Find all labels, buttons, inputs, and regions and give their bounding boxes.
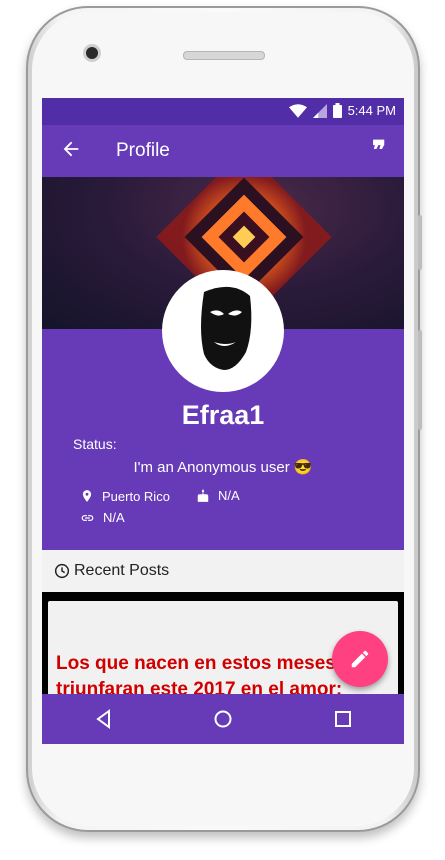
edit-fab-button[interactable] xyxy=(332,631,388,687)
anonymous-mask-icon xyxy=(201,286,252,370)
nav-home-icon[interactable] xyxy=(211,707,235,731)
system-nav-bar xyxy=(42,694,404,744)
recent-posts-header: Recent Posts xyxy=(42,550,404,592)
status-label: Status: xyxy=(73,436,117,452)
cake-icon xyxy=(197,488,209,502)
phone-screen: 5:44 PM Profile ❞ Efraa1 Status: I'm an … xyxy=(42,98,404,744)
avatar[interactable] xyxy=(162,270,284,392)
username: Efraa1 xyxy=(181,400,265,430)
page-title: Profile xyxy=(116,140,170,161)
status-time: 5:44 PM xyxy=(347,103,396,118)
back-arrow-icon[interactable] xyxy=(60,138,82,160)
birthday-text: N/A xyxy=(218,488,240,503)
wifi-icon xyxy=(288,103,307,118)
nav-recents-icon[interactable] xyxy=(331,707,355,731)
link-text: N/A xyxy=(103,510,125,525)
status-text: I'm an Anonymous user 😎 xyxy=(133,459,313,476)
location-text: Puerto Rico xyxy=(102,488,170,504)
link-icon xyxy=(81,514,94,521)
recent-posts-label: Recent Posts xyxy=(74,562,170,579)
link-row: N/A xyxy=(80,510,125,525)
earpiece xyxy=(183,51,265,60)
location-row: Puerto Rico xyxy=(80,488,170,504)
power-button xyxy=(418,330,422,430)
birthday-row: N/A xyxy=(196,488,240,503)
nav-back-icon[interactable] xyxy=(92,707,116,731)
volume-button xyxy=(418,215,422,270)
location-icon xyxy=(82,490,92,502)
quote-icon[interactable]: ❞ xyxy=(372,138,386,164)
clock-icon xyxy=(54,563,70,579)
signal-icon xyxy=(312,103,327,118)
front-camera xyxy=(83,44,101,62)
edit-icon xyxy=(351,650,369,668)
status-bar: 5:44 PM xyxy=(42,98,404,125)
battery-icon xyxy=(332,103,342,118)
app-bar: Profile ❞ xyxy=(42,125,404,177)
